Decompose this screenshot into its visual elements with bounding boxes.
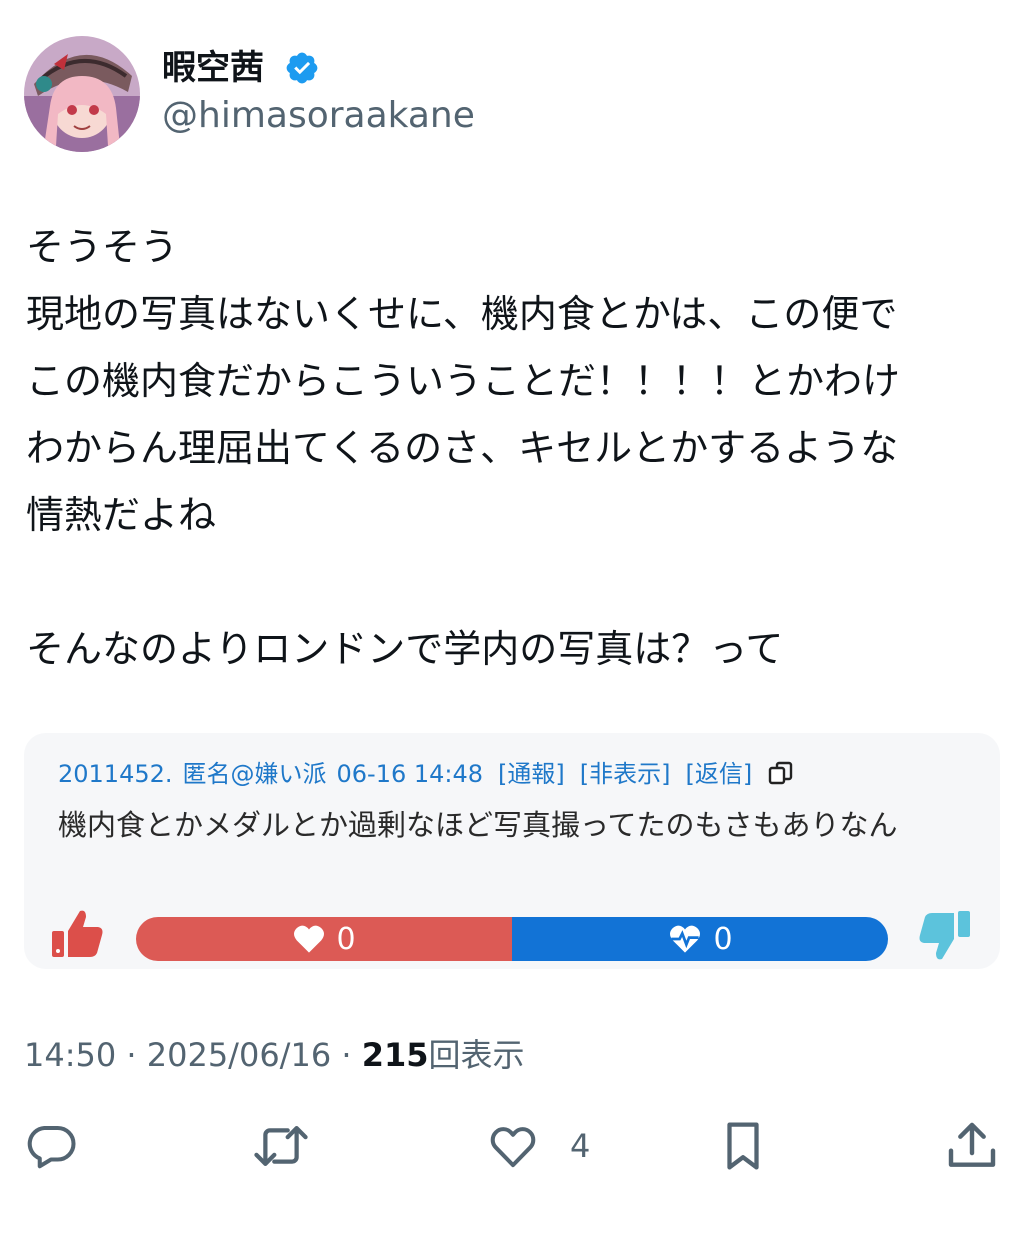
tweet-line (26, 549, 1004, 616)
share-icon (948, 1122, 996, 1167)
comment-id: 2011452. (58, 760, 173, 788)
reply-button[interactable] (24, 1118, 78, 1174)
report-link[interactable]: [通報] (498, 760, 565, 788)
like-button[interactable]: 4 (486, 1118, 590, 1174)
thumbs-up-icon[interactable] (50, 905, 106, 961)
verified-badge-icon (286, 52, 318, 84)
comment-text: 機内食とかメダルとか過剰なほど写真撮ってたのもさもありなん (58, 808, 898, 842)
meta-separator: · (126, 1036, 137, 1074)
tweet-line: わからん理屈出てくるのさ、キセルとかするような (26, 426, 899, 470)
like-vote-count: 0 (336, 921, 356, 957)
reply-icon (27, 1125, 76, 1169)
tweet-line: そうそう (26, 225, 179, 269)
thumbs-down-icon[interactable] (916, 909, 972, 965)
tweet-text: そうそう 現地の写真はないくせに、機内食とかは、この便で この機内食だからこうい… (26, 214, 1004, 683)
reply-link[interactable]: [返信] (686, 760, 753, 788)
avatar[interactable] (24, 36, 140, 152)
dislike-vote-button[interactable]: 0 (512, 917, 888, 961)
share-button[interactable] (944, 1118, 1000, 1174)
handle[interactable]: @himasoraakane (162, 92, 475, 140)
comment-datetime: 06-16 14:48 (336, 760, 484, 788)
heart-icon (294, 925, 325, 953)
tweet-meta: 14:50 · 2025/06/16 · 215回表示 (24, 1032, 525, 1078)
tweet-time[interactable]: 14:50 (24, 1036, 116, 1074)
view-count: 215 (361, 1036, 429, 1074)
bookmark-icon (727, 1122, 759, 1170)
vote-bar: 0 0 (136, 917, 888, 961)
dislike-vote-count: 0 (713, 921, 733, 957)
comment-meta: 2011452. 匿名@嫌い派 06-16 14:48 [通報] [非表示] [返信] (58, 757, 795, 791)
comment-author: 匿名@嫌い派 (182, 760, 327, 788)
tweet-line: 現地の写真はないくせに、機内食とかは、この便で (26, 292, 898, 336)
heartbeat-icon (670, 925, 701, 953)
meta-separator: · (341, 1036, 352, 1074)
views-label: 回表示 (428, 1036, 525, 1074)
tweet-line: 情熱だよね (26, 493, 217, 537)
tweet-line: この機内食だからこういうことだ！！！！とかわけ (26, 359, 901, 403)
like-vote-button[interactable]: 0 (136, 917, 512, 961)
tweet-date[interactable]: 2025/06/16 (147, 1036, 331, 1074)
quoted-comment-card: 2011452. 匿名@嫌い派 06-16 14:48 [通報] [非表示] [返信] 機… (24, 733, 1000, 969)
bookmark-button[interactable] (716, 1118, 770, 1174)
display-name[interactable]: 暇空茜 (162, 44, 264, 92)
tweet-line: そんなのよりロンドンで学内の写真は？って (26, 627, 784, 671)
retweet-icon (254, 1126, 308, 1166)
hide-link[interactable]: [非表示] (580, 760, 671, 788)
retweet-button[interactable] (252, 1118, 310, 1174)
like-count: 4 (570, 1127, 591, 1165)
copy-icon[interactable] (767, 760, 795, 786)
heart-icon (490, 1127, 536, 1168)
